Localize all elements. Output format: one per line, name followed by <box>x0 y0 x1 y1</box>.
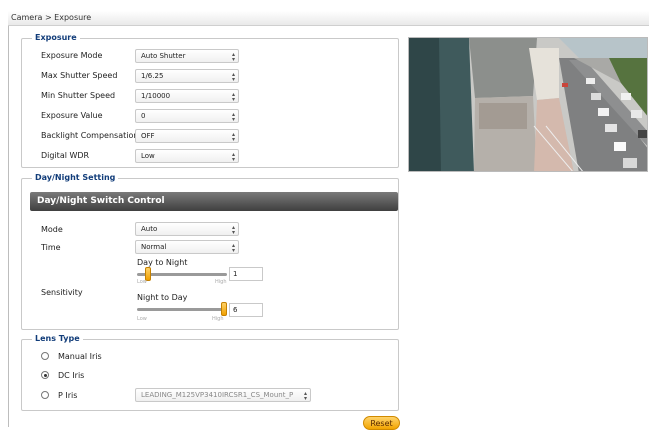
updown-caret-icon: ▴ ▾ <box>231 242 235 254</box>
backlight-select[interactable]: OFF ▴ ▾ <box>135 129 239 143</box>
night-to-day-track <box>137 308 227 311</box>
left-divider <box>8 26 9 427</box>
day-night-legend: Day/Night Setting <box>32 173 119 182</box>
mode-label: Mode <box>41 225 63 234</box>
exposure-legend: Exposure <box>32 33 80 42</box>
updown-caret-icon: ▴ ▾ <box>231 71 235 83</box>
exposure-mode-value: Auto Shutter <box>141 52 186 60</box>
max-shutter-label: Max Shutter Speed <box>41 71 118 80</box>
min-shutter-label: Min Shutter Speed <box>41 91 116 100</box>
lens-type-legend: Lens Type <box>32 334 83 343</box>
day-night-group: Day/Night Setting Day/Night Switch Contr… <box>21 173 399 330</box>
exposure-value-label: Exposure Value <box>41 111 103 120</box>
updown-caret-icon: ▴ ▾ <box>231 91 235 103</box>
lens-type-group: Lens Type Manual Iris DC Iris P Iris LEA… <box>21 334 399 411</box>
p-iris-lens-value: LEADING_M125VP3410IRCSR1_CS_Mount_P <box>141 391 294 399</box>
backlight-value: OFF <box>141 132 155 140</box>
exposure-value-value: 0 <box>141 112 146 120</box>
day-to-night-title: Day to Night <box>137 258 188 267</box>
digital-wdr-value: Low <box>141 152 155 160</box>
breadcrumb: Camera > Exposure <box>8 11 649 26</box>
manual-iris-radio[interactable] <box>41 352 49 360</box>
exposure-value-select[interactable]: 0 ▴ ▾ <box>135 109 239 123</box>
dc-iris-label: DC Iris <box>58 371 85 380</box>
updown-caret-icon: ▴ ▾ <box>231 51 235 63</box>
night-to-day-title: Night to Day <box>137 293 188 302</box>
day-to-night-low-label: Low <box>137 279 147 285</box>
time-select[interactable]: Normal ▴ ▾ <box>135 240 239 254</box>
updown-caret-icon: ▴ ▾ <box>231 131 235 143</box>
day-to-night-high-label: High <box>215 279 227 285</box>
night-to-day-low-label: Low <box>137 316 147 322</box>
day-to-night-value-input[interactable]: 1 <box>229 267 263 281</box>
exposure-group: Exposure Exposure Mode Auto Shutter ▴ ▾ M… <box>21 33 399 168</box>
updown-caret-icon: ▴ ▾ <box>231 111 235 123</box>
updown-caret-icon: ▴ ▾ <box>303 390 307 402</box>
night-to-day-high-label: High <box>212 316 224 322</box>
night-to-day-slider-thumb[interactable] <box>221 302 227 316</box>
p-iris-radio[interactable] <box>41 391 49 399</box>
camera-preview-svg <box>409 38 647 171</box>
dc-iris-radio[interactable] <box>41 371 49 379</box>
mode-value: Auto <box>141 225 158 233</box>
updown-caret-icon: ▴ ▾ <box>231 224 235 236</box>
min-shutter-value: 1/10000 <box>141 92 171 100</box>
p-iris-label: P Iris <box>58 391 78 400</box>
camera-preview-image <box>408 37 648 172</box>
digital-wdr-label: Digital WDR <box>41 151 90 160</box>
sensitivity-label: Sensitivity <box>41 288 83 297</box>
day-night-switch-header: Day/Night Switch Control <box>30 192 398 211</box>
exposure-mode-select[interactable]: Auto Shutter ▴ ▾ <box>135 49 239 63</box>
max-shutter-value: 1/6.25 <box>141 72 164 80</box>
updown-caret-icon: ▴ ▾ <box>231 151 235 163</box>
p-iris-lens-select[interactable]: LEADING_M125VP3410IRCSR1_CS_Mount_P ▴ ▾ <box>135 388 311 402</box>
backlight-label: Backlight Compensation <box>41 131 139 140</box>
exposure-mode-label: Exposure Mode <box>41 51 103 60</box>
night-to-day-value-input[interactable]: 6 <box>229 303 263 317</box>
time-label: Time <box>41 243 61 252</box>
digital-wdr-select[interactable]: Low ▴ ▾ <box>135 149 239 163</box>
manual-iris-label: Manual Iris <box>58 352 102 361</box>
max-shutter-select[interactable]: 1/6.25 ▴ ▾ <box>135 69 239 83</box>
time-value: Normal <box>141 243 167 251</box>
min-shutter-select[interactable]: 1/10000 ▴ ▾ <box>135 89 239 103</box>
mode-select[interactable]: Auto ▴ ▾ <box>135 222 239 236</box>
reset-button[interactable]: Reset <box>363 416 400 430</box>
